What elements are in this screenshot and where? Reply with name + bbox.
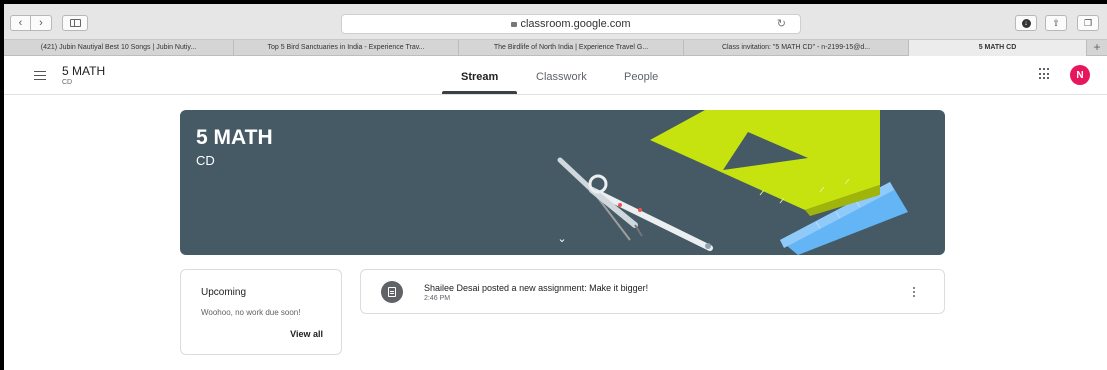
download-icon: ↓ <box>1021 18 1031 28</box>
downloads-button[interactable]: ↓ <box>1015 15 1037 31</box>
browser-tab[interactable]: Top 5 Bird Sanctuaries in India - Experi… <box>234 40 459 56</box>
menu-icon[interactable] <box>34 71 46 80</box>
post-text[interactable]: Shailee Desai posted a new assignment: M… <box>424 283 648 293</box>
banner-title: 5 MATH <box>196 126 273 149</box>
avatar[interactable]: N <box>1070 65 1090 85</box>
back-button[interactable]: ‹ <box>10 15 31 31</box>
tab-overview-button[interactable]: ❐ <box>1077 15 1099 31</box>
reload-icon[interactable]: ↻ <box>777 17 786 30</box>
assignment-icon <box>381 281 403 303</box>
class-title[interactable]: 5 MATH <box>62 64 105 78</box>
upcoming-message: Woohoo, no work due soon! <box>201 308 301 317</box>
apps-grid-icon[interactable] <box>1039 68 1051 80</box>
tabs-icon: ❐ <box>1083 17 1093 28</box>
chevron-left-icon: ‹ <box>18 17 23 29</box>
view-all-link[interactable]: View all <box>290 329 323 339</box>
sidebar-toggle-button[interactable] <box>62 15 88 31</box>
forward-button[interactable]: › <box>31 15 52 31</box>
banner-subtitle: CD <box>196 153 215 168</box>
browser-toolbar: ‹ › classroom.google.com ↻ ↓ ⇧ ❐ <box>4 4 1107 40</box>
browser-tab-active[interactable]: 5 MATH CD <box>909 40 1087 56</box>
chevron-down-icon[interactable]: ⌄ <box>556 234 568 245</box>
class-banner: 5 MATH CD ⌄ <box>180 110 945 255</box>
app-header: 5 MATH CD Stream Classwork People N <box>4 57 1107 95</box>
new-tab-button[interactable]: + <box>1087 40 1107 55</box>
chevron-right-icon: › <box>39 17 43 29</box>
more-options-icon[interactable] <box>913 287 917 299</box>
upcoming-title: Upcoming <box>201 287 247 298</box>
sidebar-icon <box>70 19 81 27</box>
address-bar[interactable]: classroom.google.com ↻ <box>341 14 801 34</box>
stream-post[interactable]: Shailee Desai posted a new assignment: M… <box>360 269 945 314</box>
url-text: classroom.google.com <box>520 18 631 30</box>
share-icon: ⇧ <box>1052 17 1060 28</box>
tab-people[interactable]: People <box>624 71 658 83</box>
post-time: 2:46 PM <box>424 295 451 302</box>
lock-icon <box>511 22 518 27</box>
active-tab-indicator <box>442 91 517 94</box>
browser-tab[interactable]: Class invitation: "5 MATH CD" - n-2199-1… <box>684 40 909 56</box>
upcoming-card: Upcoming Woohoo, no work due soon! View … <box>180 269 342 355</box>
tab-classwork[interactable]: Classwork <box>536 71 587 83</box>
class-section: CD <box>62 79 73 86</box>
browser-tab[interactable]: The Birdlife of North India | Experience… <box>459 40 684 56</box>
share-button[interactable]: ⇧ <box>1045 15 1067 31</box>
browser-tab[interactable]: (421) Jubin Nautiyal Best 10 Songs | Jub… <box>4 40 234 56</box>
tab-strip: (421) Jubin Nautiyal Best 10 Songs | Jub… <box>4 40 1107 56</box>
tab-stream[interactable]: Stream <box>461 71 498 83</box>
